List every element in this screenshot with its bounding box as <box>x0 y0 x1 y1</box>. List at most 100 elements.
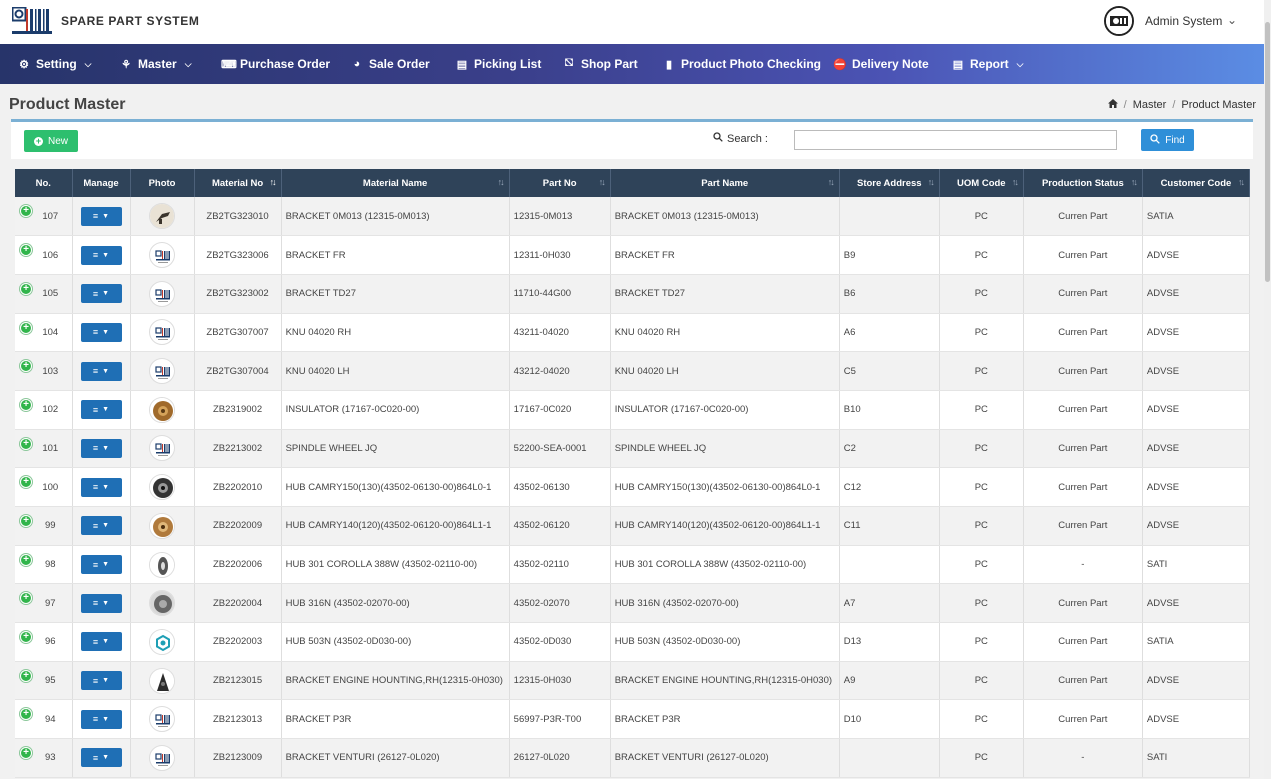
col-customer-code[interactable]: Customer Code ↑↓ <box>1142 169 1251 197</box>
expand-row-icon[interactable]: + <box>20 398 32 411</box>
scrollbar-thumb[interactable] <box>1265 22 1270 282</box>
expand-row-icon[interactable]: + <box>20 244 32 257</box>
new-button[interactable]: + New <box>24 130 78 152</box>
product-photo[interactable] <box>149 744 176 771</box>
manage-button[interactable]: ≡ ▼ <box>80 400 122 420</box>
table-row[interactable]: +103 ≡ ▼ ZB2TG307004 KNU 04020 LH 43212-04020… <box>15 351 1251 391</box>
cell-store-address <box>839 197 940 237</box>
search-input[interactable] <box>794 130 1117 150</box>
col-material-no[interactable]: Material No ↑↓ <box>194 169 282 197</box>
nav-shop-part[interactable]: ⛞ Shop Part <box>562 44 638 84</box>
expand-row-icon[interactable]: + <box>20 631 32 644</box>
find-button[interactable]: Find <box>1141 129 1194 151</box>
product-photo[interactable] <box>149 551 176 578</box>
app-logo-icon[interactable] <box>11 6 54 35</box>
cell-material-name: BRACKET 0M013 (12315-0M013) <box>281 197 510 237</box>
table-row[interactable]: +97 ≡ ▼ ZB2202004 HUB 316N (43502-02070-00) 4… <box>15 583 1251 624</box>
expand-row-icon[interactable]: + <box>20 437 32 450</box>
nav-setting[interactable]: ⚙ Setting ⌵ <box>17 44 91 84</box>
table-row[interactable]: +96 ≡ ▼ ZB2202003 HUB 503N (43502-0D030-00) 4… <box>15 622 1251 662</box>
col-production-status[interactable]: Production Status ↑↓ <box>1023 169 1143 197</box>
table-row[interactable]: +107 ≡ ▼ ZB2TG323010 BRACKET 0M013 (12315-0M… <box>15 197 1251 237</box>
table-row[interactable]: +102 ≡ ▼ ZB2319002 INSULATOR (17167-0C020-00… <box>15 390 1251 430</box>
manage-button[interactable]: ≡ ▼ <box>80 632 122 652</box>
nav-delivery-note[interactable]: ⛔ Delivery Note <box>833 44 929 84</box>
product-photo[interactable] <box>149 512 176 539</box>
col-part-no[interactable]: Part No ↑↓ <box>509 169 611 197</box>
expand-row-icon[interactable]: + <box>20 708 32 721</box>
manage-button[interactable]: ≡ ▼ <box>80 477 122 497</box>
table-row[interactable]: +100 ≡ ▼ ZB2202010 HUB CAMRY150(130)(43502-0… <box>15 467 1251 507</box>
product-photo[interactable] <box>149 280 176 307</box>
expand-row-icon[interactable]: + <box>20 476 32 489</box>
cell-photo <box>130 235 195 275</box>
product-photo[interactable] <box>149 242 176 269</box>
product-photo[interactable] <box>149 396 176 423</box>
nav-picking-list[interactable]: ▤ Picking List <box>455 44 542 84</box>
cell-material-no: ZB2319002 <box>194 390 282 430</box>
expand-row-icon[interactable]: + <box>20 553 32 566</box>
expand-row-icon[interactable]: + <box>20 205 32 217</box>
col-part-name[interactable]: Part Name ↑↓ <box>610 169 840 197</box>
expand-row-icon[interactable]: + <box>20 515 32 527</box>
table-row[interactable]: +94 ≡ ▼ ZB2123013 BRACKET P3R 56997-P3R-T00 BR… <box>15 699 1251 740</box>
nav-report[interactable]: ▤ Report ⌵ <box>951 44 1024 84</box>
cell-material-no: ZB2202003 <box>194 622 282 662</box>
col-no[interactable]: No. <box>15 169 73 197</box>
sort-icon: ↑↓ <box>1238 177 1245 187</box>
table-row[interactable]: +104 ≡ ▼ ZB2TG307007 KNU 04020 RH 43211-04020… <box>15 313 1251 353</box>
expand-row-icon[interactable]: + <box>20 360 32 373</box>
product-photo[interactable] <box>149 474 176 501</box>
manage-button[interactable]: ≡ ▼ <box>80 593 122 613</box>
manage-button[interactable]: ≡ ▼ <box>80 361 122 381</box>
report-icon: ▤ <box>952 58 964 71</box>
page-scrollbar[interactable] <box>1264 0 1271 779</box>
user-avatar[interactable] <box>1104 6 1134 36</box>
user-name[interactable]: Admin System <box>1145 14 1222 28</box>
nav-product-photo-checking[interactable]: ▮ Product Photo Checking <box>662 44 821 84</box>
cell-store-address: B10 <box>839 390 940 430</box>
manage-button[interactable]: ≡ ▼ <box>80 555 122 575</box>
manage-button[interactable]: ≡ ▼ <box>80 245 122 265</box>
table-row[interactable]: +106 ≡ ▼ ZB2TG323006 BRACKET FR 12311-0H030 BR… <box>15 235 1251 275</box>
col-material-name[interactable]: Material Name ↑↓ <box>281 169 510 197</box>
manage-button[interactable]: ≡ ▼ <box>80 748 122 768</box>
expand-row-icon[interactable]: + <box>20 747 32 760</box>
cell-part-no: 43211-04020 <box>509 313 611 353</box>
product-photo[interactable] <box>149 590 176 617</box>
nav-master[interactable]: ⚘ Master ⌵ <box>119 44 191 84</box>
home-icon[interactable] <box>1107 99 1118 111</box>
product-photo[interactable] <box>149 358 176 385</box>
manage-button[interactable]: ≡ ▼ <box>80 709 122 729</box>
product-photo[interactable] <box>149 203 176 230</box>
manage-button[interactable]: ≡ ▼ <box>80 284 122 304</box>
col-store-address[interactable]: Store Address ↑↓ <box>839 169 940 197</box>
table-row[interactable]: +98 ≡ ▼ ZB2202006 HUB 301 COROLLA 388W (4350… <box>15 545 1251 585</box>
expand-row-icon[interactable]: + <box>20 669 32 682</box>
table-row[interactable]: +99 ≡ ▼ ZB2202009 HUB CAMRY140(120)(43502-06… <box>15 506 1251 546</box>
manage-button[interactable]: ≡ ▼ <box>80 322 122 342</box>
manage-button[interactable]: ≡ ▼ <box>80 206 122 226</box>
expand-row-icon[interactable]: + <box>20 592 32 605</box>
cell-material-name: SPINDLE WHEEL JQ <box>281 429 510 469</box>
manage-button[interactable]: ≡ ▼ <box>80 671 122 691</box>
manage-button[interactable]: ≡ ▼ <box>80 516 122 536</box>
nav-sale-order[interactable]: ◕ Sale Order <box>350 44 430 84</box>
table-row[interactable]: +101 ≡ ▼ ZB2213002 SPINDLE WHEEL JQ 52200-SEA… <box>15 429 1251 469</box>
cell-part-name: KNU 04020 LH <box>610 351 840 391</box>
product-photo[interactable] <box>149 667 176 694</box>
table-row[interactable]: +95 ≡ ▼ ZB2123015 BRACKET ENGINE HOUNTING,RH… <box>15 661 1251 701</box>
nav-purchase-order[interactable]: ⌨ Purchase Order <box>221 44 330 84</box>
table-row[interactable]: +93 ≡ ▼ ZB2123009 BRACKET VENTURI (26127-0L0… <box>15 738 1251 778</box>
col-uom-code[interactable]: UOM Code ↑↓ <box>939 169 1024 197</box>
expand-row-icon[interactable]: + <box>20 282 32 295</box>
product-photo[interactable] <box>149 706 176 733</box>
table-row[interactable]: +105 ≡ ▼ ZB2TG323002 BRACKET TD27 11710-44G00… <box>15 274 1251 314</box>
product-photo[interactable] <box>149 435 176 462</box>
product-photo[interactable] <box>149 319 176 346</box>
chevron-down-icon[interactable]: ⌄ <box>1227 13 1237 27</box>
expand-row-icon[interactable]: + <box>20 321 32 334</box>
breadcrumb-master[interactable]: Master <box>1133 99 1167 111</box>
product-photo[interactable] <box>149 628 176 655</box>
manage-button[interactable]: ≡ ▼ <box>80 438 122 458</box>
